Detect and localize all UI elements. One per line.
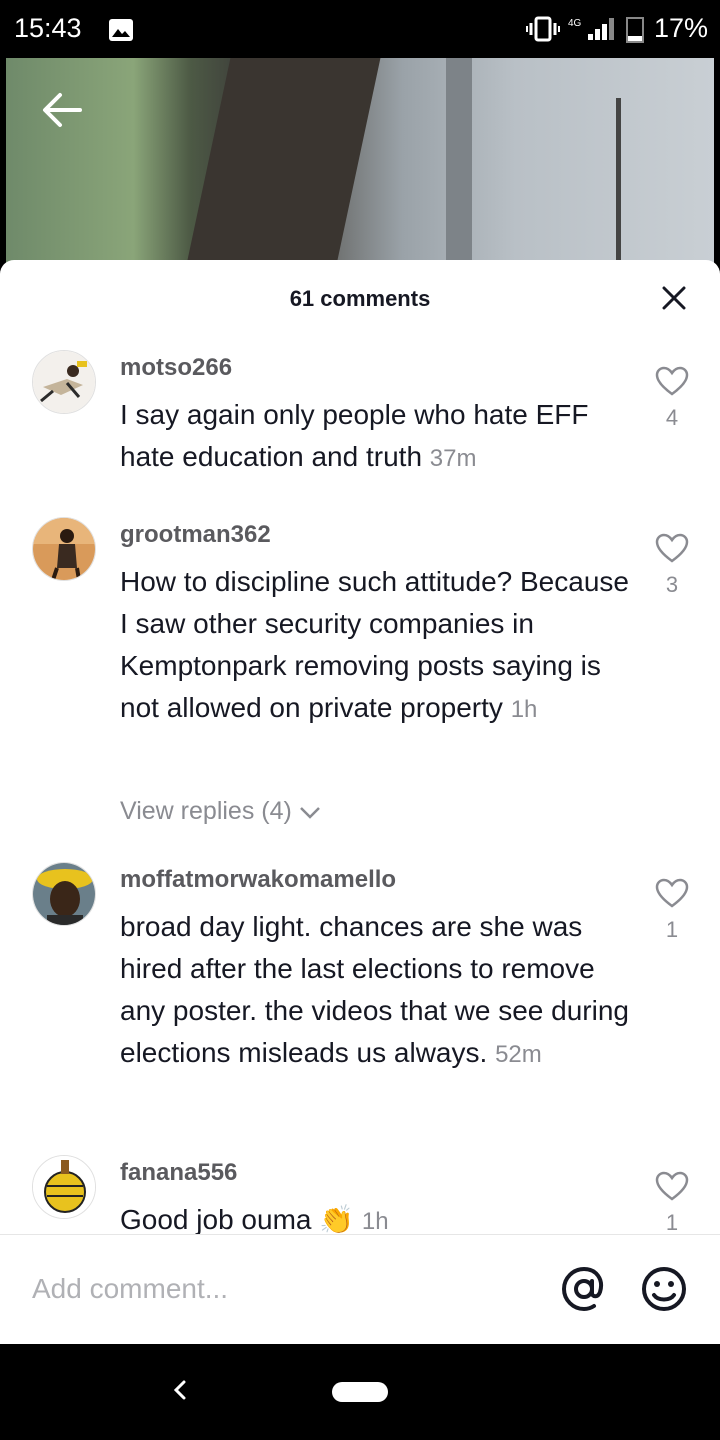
heart-icon [655, 878, 689, 908]
comment-text: I say again only people who hate EFF hat… [120, 394, 630, 480]
video-background [6, 58, 714, 288]
like-button[interactable]: 1 [652, 878, 692, 943]
like-button[interactable]: 4 [652, 366, 692, 431]
home-pill[interactable] [332, 1382, 388, 1402]
comment-time: 1h [510, 696, 538, 723]
network-label: 4G [568, 18, 582, 29]
comment-input[interactable]: Add comment... [32, 1273, 228, 1305]
gallery-icon [109, 19, 133, 41]
comment-username[interactable]: grootman362 [120, 521, 271, 549]
video-tree [181, 58, 381, 288]
comment-body: Good job ouma 👏 [120, 1204, 355, 1235]
vibrate-icon [525, 16, 560, 41]
comment-time: 37m [429, 445, 477, 472]
close-icon[interactable] [662, 286, 686, 310]
signal-icon: 4G [568, 17, 614, 40]
comment-username[interactable]: fanana556 [120, 1159, 237, 1187]
comment-body: I say again only people who hate EFF hat… [120, 399, 589, 472]
battery-icon [625, 16, 644, 43]
comment-input-bar: Add comment... [0, 1234, 720, 1344]
like-count: 1 [665, 1210, 679, 1235]
heart-icon [655, 1171, 689, 1201]
comment-body: How to discipline such attitude? Because… [120, 566, 629, 723]
comments-count-title: 61 comments [289, 286, 431, 311]
view-replies-label: View replies (4) [120, 797, 292, 825]
avatar[interactable] [32, 350, 96, 414]
nav-back-icon[interactable] [168, 1374, 192, 1406]
heart-icon [655, 366, 689, 396]
comment-text: broad day light. chances are she was hir… [120, 906, 630, 1076]
like-button[interactable]: 1 [652, 1171, 692, 1236]
like-button[interactable]: 3 [652, 533, 692, 598]
like-count: 1 [665, 917, 679, 942]
comment-body: broad day light. chances are she was hir… [120, 911, 629, 1068]
avatar[interactable] [32, 517, 96, 581]
chevron-down-icon [299, 806, 320, 819]
video-pole [446, 58, 472, 288]
status-right: 4G 17% [525, 13, 708, 44]
avatar[interactable] [32, 862, 96, 926]
mention-icon[interactable] [560, 1265, 608, 1313]
battery-percent: 17% [653, 13, 708, 43]
back-arrow-icon[interactable] [40, 90, 84, 130]
comment-time: 1h [361, 1208, 389, 1235]
system-nav-bar [0, 1344, 720, 1440]
comment-time: 52m [495, 1041, 542, 1068]
emoji-icon[interactable] [640, 1265, 688, 1313]
comments-sheet: 61 comments motso266 I say again only pe… [0, 260, 720, 1344]
like-count: 3 [665, 572, 679, 597]
status-bar: 15:43 4G 17% [0, 0, 720, 58]
avatar[interactable] [32, 1155, 96, 1219]
like-count: 4 [665, 405, 679, 430]
status-time: 15:43 [14, 13, 82, 43]
comment-username[interactable]: moffatmorwakomamello [120, 866, 396, 894]
comment-username[interactable]: motso266 [120, 354, 232, 382]
heart-icon [655, 533, 689, 563]
view-replies-button[interactable]: View replies (4) [120, 797, 322, 826]
comment-text: How to discipline such attitude? Because… [120, 561, 630, 731]
